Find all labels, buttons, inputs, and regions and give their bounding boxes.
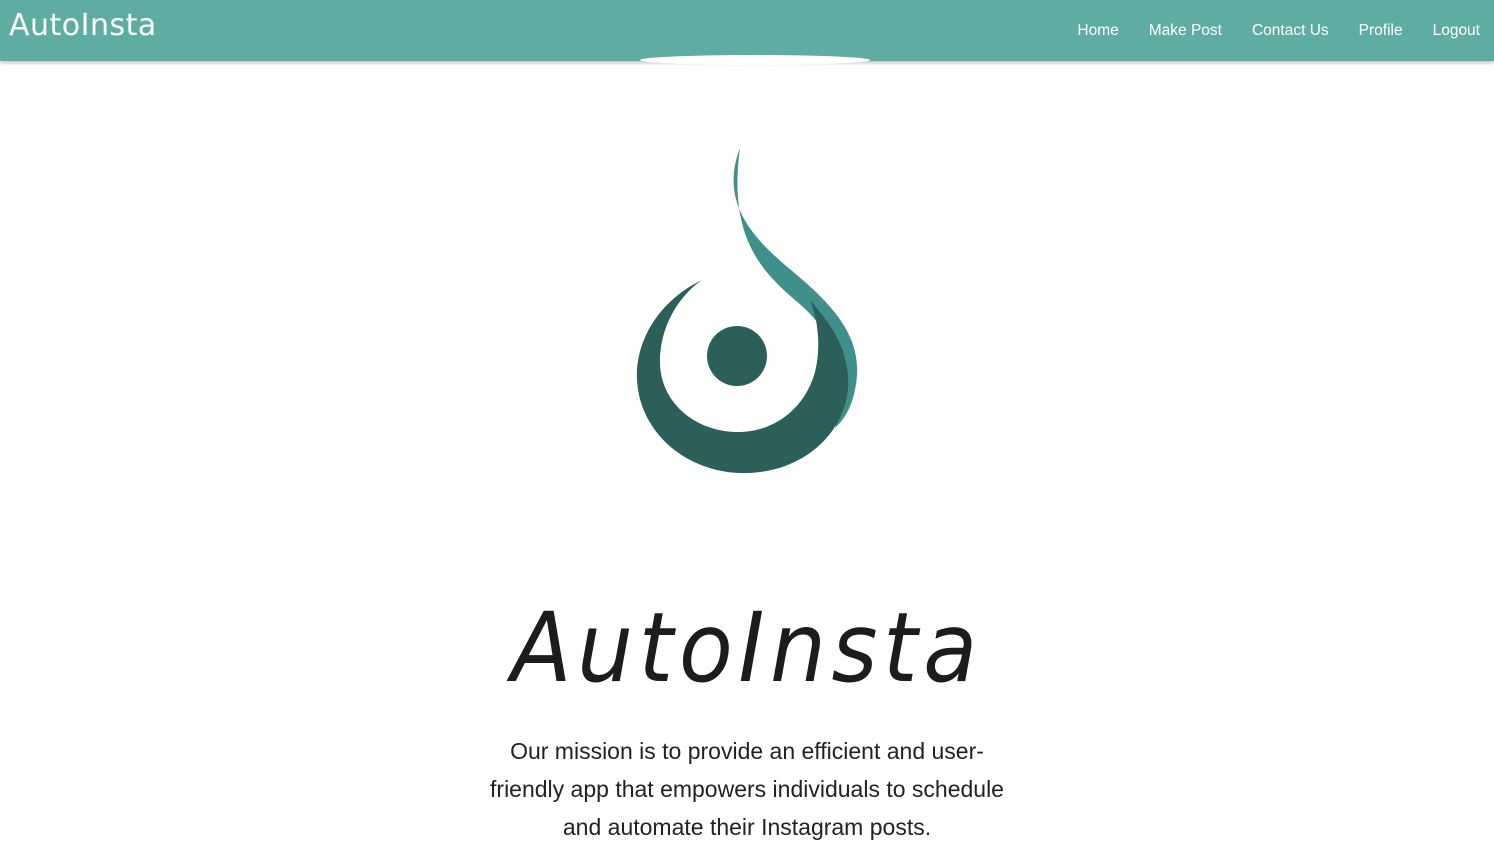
nav-menu: Home Make Post Contact Us Profile Logout [1077,0,1480,61]
navbar: AutoInsta Home Make Post Contact Us Prof… [0,0,1494,61]
droplet-swirl-logo-icon [636,148,858,474]
nav-link-home[interactable]: Home [1077,22,1118,40]
nav-link-contact-us[interactable]: Contact Us [1252,22,1329,40]
nav-link-profile[interactable]: Profile [1359,22,1403,40]
nav-link-make-post[interactable]: Make Post [1149,22,1222,40]
mission-statement: Our mission is to provide an efficient a… [490,738,1004,840]
logo-center-dot [707,326,767,386]
brand-link[interactable]: AutoInsta [9,8,157,43]
navbar-curve [640,55,870,65]
nav-link-logout[interactable]: Logout [1433,22,1480,40]
hero-title: AutoInsta [511,592,983,704]
